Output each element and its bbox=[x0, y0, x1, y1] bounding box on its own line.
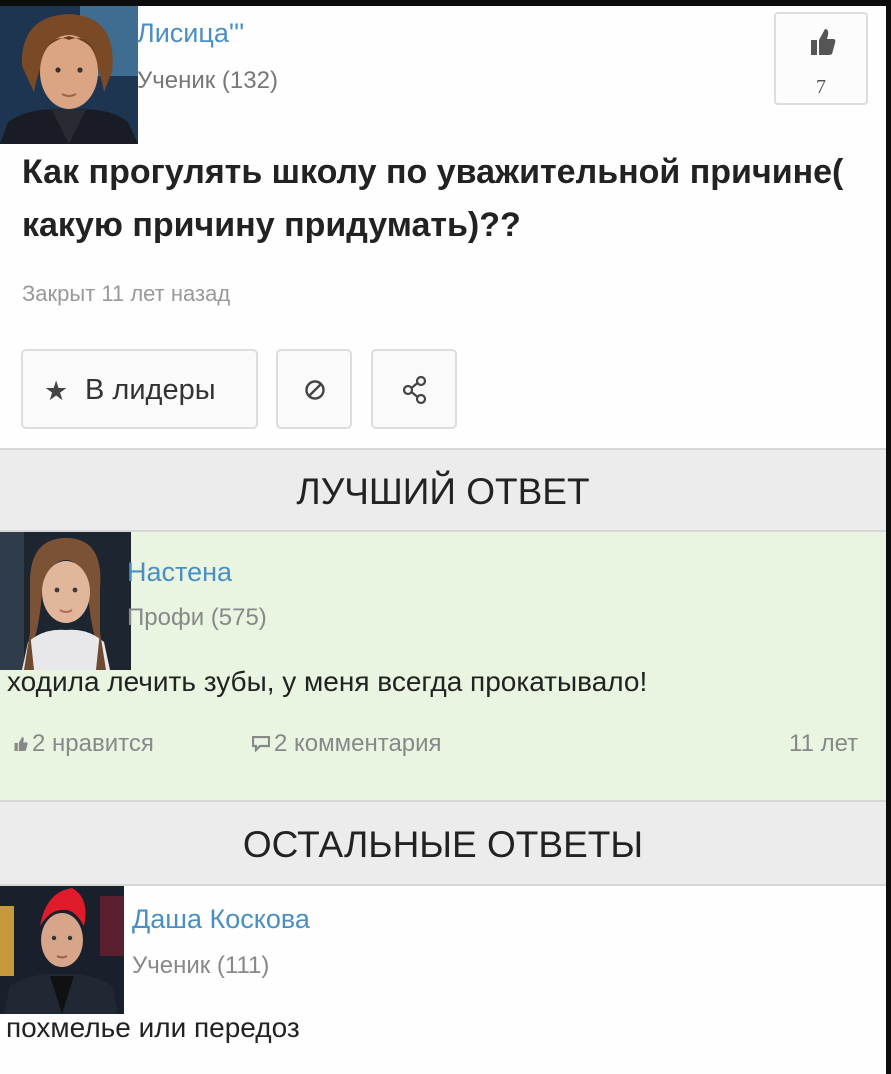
block-icon bbox=[305, 380, 325, 400]
like-count: 7 bbox=[816, 76, 826, 98]
question-author-rank: Ученик (132) bbox=[137, 67, 278, 94]
star-icon: ★ bbox=[44, 376, 69, 406]
answer-avatar[interactable] bbox=[0, 886, 124, 1014]
comment-icon bbox=[251, 735, 271, 753]
block-button[interactable] bbox=[276, 349, 352, 429]
question-author-name[interactable]: Лисица''' bbox=[137, 18, 244, 49]
likes-label: 2 нравится bbox=[32, 730, 154, 757]
question-status: Закрыт 11 лет назад bbox=[22, 281, 231, 306]
to-leaders-label: В лидеры bbox=[85, 374, 216, 406]
thumbs-up-icon bbox=[811, 29, 836, 55]
answer-author-rank: Ученик (111) bbox=[132, 952, 270, 979]
question-title: Как прогулять школу по уважительной прич… bbox=[22, 153, 844, 244]
like-button[interactable]: 7 bbox=[774, 12, 868, 105]
best-answer-header: ЛУЧШИЙ ОТВЕТ bbox=[0, 448, 886, 532]
comments-label: 2 комментария bbox=[274, 730, 442, 757]
thumbs-up-icon bbox=[14, 737, 28, 751]
best-answer-author-name[interactable]: Настена bbox=[127, 557, 232, 588]
answer-text: похмелье или передоз bbox=[6, 1012, 300, 1043]
share-icon bbox=[402, 375, 427, 405]
qa-page: Лисица''' Ученик (132) 7 Как прогулять ш… bbox=[0, 6, 886, 1074]
other-answers-header: ОСТАЛЬНЫЕ ОТВЕТЫ bbox=[0, 800, 886, 886]
best-answer-avatar[interactable] bbox=[0, 532, 131, 670]
best-answer-likes[interactable]: 2 нравится bbox=[14, 730, 154, 758]
best-answer-comments[interactable]: 2 комментария bbox=[251, 730, 442, 758]
share-button[interactable] bbox=[371, 349, 457, 429]
answer-author-name[interactable]: Даша Коскова bbox=[132, 904, 310, 935]
question-author-avatar[interactable] bbox=[0, 6, 138, 144]
best-answer-time: 11 лет bbox=[789, 730, 859, 757]
best-answer-card: Настена Профи (575) ходила лечить зубы, … bbox=[0, 532, 886, 800]
best-answer-author-rank: Профи (575) bbox=[127, 604, 267, 631]
best-answer-text: ходила лечить зубы, у меня всегда прокат… bbox=[7, 666, 648, 697]
to-leaders-button[interactable]: ★ В лидеры bbox=[21, 349, 258, 429]
